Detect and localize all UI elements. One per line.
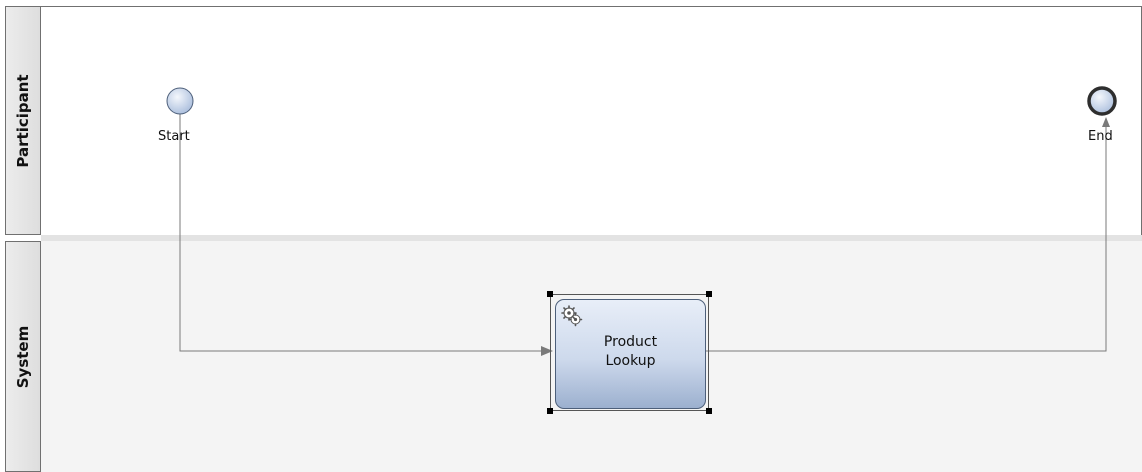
sequence-flow-start-to-task[interactable]: [179, 114, 541, 352]
task-label: Product Lookup: [556, 333, 705, 371]
end-event-label: End: [1088, 129, 1113, 144]
resize-handle-top-right[interactable]: [706, 291, 712, 297]
resize-handle-bottom-right[interactable]: [706, 408, 712, 414]
arrowhead-icon: [1102, 117, 1110, 127]
task-label-line-2: Lookup: [605, 353, 656, 369]
end-event[interactable]: [1087, 86, 1117, 116]
task-product-lookup[interactable]: Product Lookup: [555, 299, 706, 409]
sequence-flow-task-to-end[interactable]: [706, 118, 1107, 352]
resize-handle-top-left[interactable]: [547, 291, 553, 297]
task-label-line-1: Product: [603, 334, 658, 350]
gears-icon: [561, 305, 583, 327]
start-event-label: Start: [158, 129, 190, 144]
resize-handle-bottom-left[interactable]: [547, 408, 553, 414]
start-event[interactable]: [166, 87, 194, 115]
process-diagram-canvas[interactable]: Participant System Start End Product Loo…: [0, 0, 1142, 472]
